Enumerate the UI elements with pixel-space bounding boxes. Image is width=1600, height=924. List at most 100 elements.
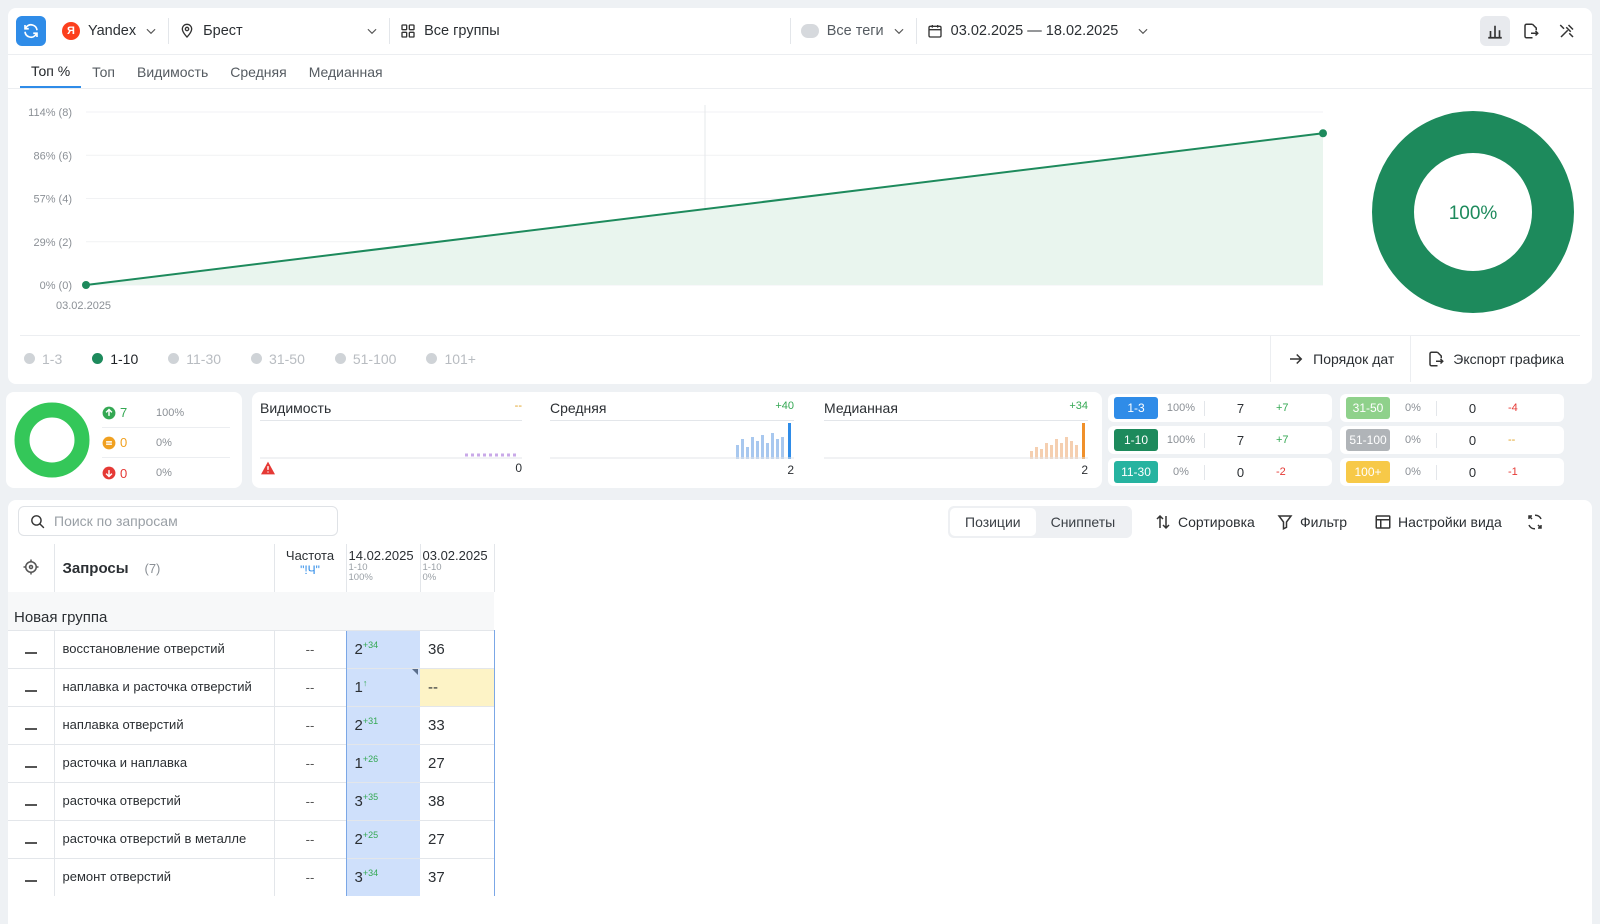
sort-label: Сортировка xyxy=(1178,514,1255,530)
table-row[interactable]: ремонт отверстий -- 3+34 37 xyxy=(8,857,495,896)
table-row[interactable]: наплавка и расточка отверстий -- 1↑ -- xyxy=(8,667,495,706)
query-cell[interactable]: расточка и наплавка xyxy=(54,743,275,782)
date-order-button[interactable]: Порядок дат xyxy=(1270,335,1410,382)
position-cell[interactable]: 2+31 xyxy=(345,705,420,744)
row-toggle[interactable] xyxy=(8,819,55,858)
y-tick-label: 0% (0) xyxy=(40,280,72,292)
date-col-header[interactable]: 03.02.2025 1-10 0% xyxy=(419,544,495,592)
prev-position-cell[interactable]: 27 xyxy=(420,743,495,782)
visibility-sparkline xyxy=(260,453,522,459)
sort-button[interactable]: Сортировка xyxy=(1154,506,1255,538)
seg-positions[interactable]: Позиции xyxy=(950,508,1036,536)
prev-position-cell[interactable]: 33 xyxy=(420,705,495,744)
range-row-31-50: 31-50 0% 0 -4 xyxy=(1340,394,1564,422)
query-cell[interactable]: ремонт отверстий xyxy=(54,857,275,896)
tab-visibility[interactable]: Видимость xyxy=(126,55,219,88)
query-text: расточка отверстий в металле xyxy=(62,831,247,846)
range-badge[interactable]: 51-100 xyxy=(1346,429,1390,451)
queries-title: Запросы xyxy=(62,559,129,577)
query-cell[interactable]: наплавка и расточка отверстий xyxy=(54,667,275,706)
position-cell[interactable]: 1↑ xyxy=(345,667,420,706)
export-chart-button[interactable]: Экспорт графика xyxy=(1410,335,1580,382)
summary-up-row: 7 100% xyxy=(102,398,230,428)
filter-button[interactable]: Фильтр xyxy=(1276,506,1347,538)
sync-button[interactable] xyxy=(1526,506,1544,538)
row-toggle[interactable] xyxy=(8,705,55,744)
seg-snippets[interactable]: Сниппеты xyxy=(1036,508,1131,536)
data-point[interactable] xyxy=(82,281,90,289)
row-toggle[interactable] xyxy=(8,857,55,896)
table-row[interactable]: расточка и наплавка -- 1+26 27 xyxy=(8,743,495,782)
tags-toggle[interactable] xyxy=(800,24,819,38)
tab-top[interactable]: Топ xyxy=(81,55,126,88)
row-toggle[interactable] xyxy=(8,743,55,782)
range-badge[interactable]: 1-10 xyxy=(1114,429,1158,451)
legend-item-11-30[interactable]: 11-30 xyxy=(168,351,221,367)
query-cell[interactable]: наплавка отверстий xyxy=(54,705,275,744)
legend-item-101-plus[interactable]: 101+ xyxy=(426,351,476,367)
query-cell[interactable]: восстановление отверстий xyxy=(54,629,275,668)
prev-position-cell[interactable]: 38 xyxy=(420,781,495,820)
crosshair-icon[interactable] xyxy=(22,558,40,576)
position-cell[interactable]: 3+35 xyxy=(345,781,420,820)
range-count: 0 xyxy=(1436,432,1508,448)
view-settings-button[interactable]: Настройки вида xyxy=(1374,506,1502,538)
range-badge[interactable]: 31-50 xyxy=(1346,397,1390,419)
table-row[interactable]: расточка отверстий в металле -- 2+25 27 xyxy=(8,819,495,858)
col-date: 14.02.2025 xyxy=(348,548,414,563)
search-input[interactable]: Поиск по запросам xyxy=(18,506,338,536)
range-badge[interactable]: 100+ xyxy=(1346,461,1390,483)
freq-cell: -- xyxy=(274,857,346,896)
query-text: наплавка и расточка отверстий xyxy=(62,679,252,694)
table-row[interactable]: восстановление отверстий -- 2+34 36 xyxy=(8,629,495,668)
export-button[interactable] xyxy=(1516,16,1546,46)
query-cell[interactable]: расточка отверстий в металле xyxy=(54,819,275,858)
row-toggle[interactable] xyxy=(8,667,55,706)
legend-item-1-3[interactable]: 1-3 xyxy=(24,351,62,367)
position-cell[interactable]: 3+34 xyxy=(345,857,420,896)
prev-position-value: 36 xyxy=(428,640,445,658)
prev-position-cell[interactable]: 37 xyxy=(420,857,495,896)
freq-title: Частота xyxy=(285,548,335,563)
legend-label: 1-10 xyxy=(110,350,139,367)
date-range-selector[interactable]: 03.02.2025 — 18.02.2025 xyxy=(917,8,1161,54)
tab-median[interactable]: Медианная xyxy=(298,55,394,88)
position-cell[interactable]: 2+25 xyxy=(345,819,420,858)
tools-button[interactable] xyxy=(1552,16,1582,46)
range-badge[interactable]: 11-30 xyxy=(1114,461,1158,483)
freq-value: -- xyxy=(305,831,315,847)
freq-header[interactable]: Частота "!Ч" xyxy=(274,544,346,592)
prev-position-cell[interactable]: 27 xyxy=(420,819,495,858)
groups-selector[interactable]: Все группы xyxy=(390,8,510,54)
query-cell[interactable]: расточка отверстий xyxy=(54,781,275,820)
legend-item-1-10[interactable]: 1-10 xyxy=(92,351,138,367)
table-row[interactable]: расточка отверстий -- 3+35 38 xyxy=(8,781,495,820)
view-mode-switch: Позиции Сниппеты xyxy=(948,506,1133,538)
refresh-button[interactable] xyxy=(16,16,46,46)
position-cell[interactable]: 1+26 xyxy=(345,743,420,782)
tab-average[interactable]: Средняя xyxy=(219,55,297,88)
position-cell[interactable]: 2+34 xyxy=(345,629,420,668)
engine-selector[interactable]: Я Yandex xyxy=(52,8,168,54)
date-order-label: Порядок дат xyxy=(1313,350,1395,367)
region-selector[interactable]: Брест xyxy=(169,8,389,54)
legend-item-31-50[interactable]: 31-50 xyxy=(251,351,305,367)
minus-icon xyxy=(24,689,37,692)
range-pct: 0% xyxy=(1405,434,1421,446)
legend-item-51-100[interactable]: 51-100 xyxy=(334,351,396,367)
date-col-header[interactable]: 14.02.2025 1-10 100% xyxy=(345,544,420,592)
table-row[interactable]: наплавка отверстий -- 2+31 33 xyxy=(8,705,495,744)
chevron-down-icon xyxy=(367,28,377,35)
row-toggle[interactable] xyxy=(8,781,55,820)
equal-icon xyxy=(102,436,116,449)
row-toggle[interactable] xyxy=(8,629,55,668)
prev-position-cell[interactable]: 36 xyxy=(420,629,495,668)
data-point[interactable] xyxy=(1319,129,1327,138)
tags-selector[interactable]: Все теги xyxy=(791,8,916,54)
prev-position-cell[interactable]: -- xyxy=(420,667,495,706)
range-badge[interactable]: 1-3 xyxy=(1114,397,1158,419)
queries-header[interactable]: Запросы (7) xyxy=(54,544,275,592)
chart-view-button[interactable] xyxy=(1480,16,1510,46)
group-row[interactable]: Новая группа xyxy=(8,592,494,630)
tab-top-percent[interactable]: Топ % xyxy=(20,55,82,88)
